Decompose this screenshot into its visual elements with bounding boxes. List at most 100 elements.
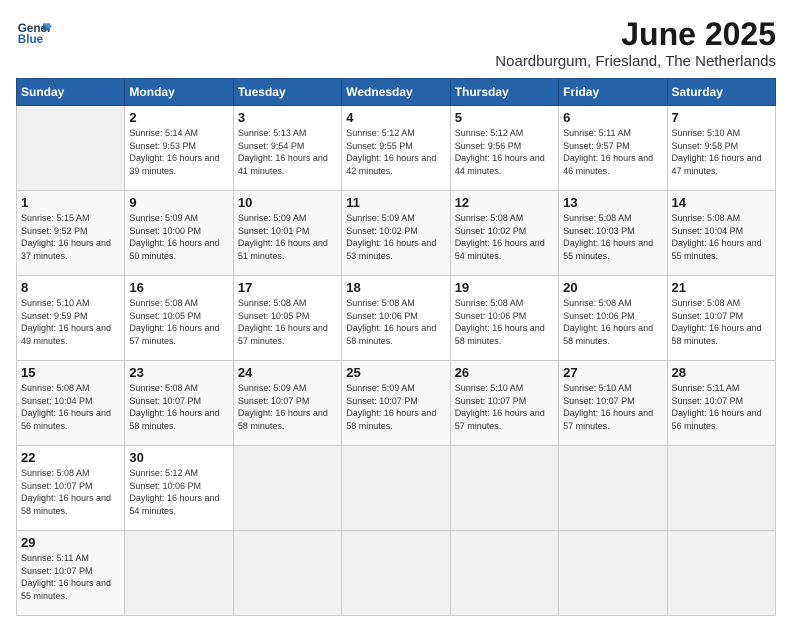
day-info: Sunrise: 5:08 AMSunset: 10:02 PMDaylight…	[455, 212, 554, 262]
day-info: Sunrise: 5:08 AMSunset: 10:04 PMDaylight…	[21, 382, 120, 432]
empty-cell	[342, 446, 450, 531]
day-info: Sunrise: 5:09 AMSunset: 10:07 PMDaylight…	[238, 382, 337, 432]
empty-cell	[559, 446, 667, 531]
header-wednesday: Wednesday	[342, 79, 450, 106]
svg-text:Blue: Blue	[18, 33, 44, 46]
day-cell-12: 12 Sunrise: 5:08 AMSunset: 10:02 PMDayli…	[450, 191, 558, 276]
day-cell-3: 3 Sunrise: 5:13 AMSunset: 9:54 PMDayligh…	[233, 106, 341, 191]
weekday-header-row: Sunday Monday Tuesday Wednesday Thursday…	[17, 79, 776, 106]
day-number: 1	[21, 195, 120, 210]
day-info: Sunrise: 5:08 AMSunset: 10:06 PMDaylight…	[346, 297, 445, 347]
day-number: 20	[563, 280, 662, 295]
day-info: Sunrise: 5:12 AMSunset: 9:56 PMDaylight:…	[455, 127, 554, 177]
day-number: 17	[238, 280, 337, 295]
day-number: 7	[672, 110, 771, 125]
day-cell-1: 1 Sunrise: 5:15 AMSunset: 9:52 PMDayligh…	[17, 191, 125, 276]
empty-cell	[342, 531, 450, 616]
day-number: 25	[346, 365, 445, 380]
empty-cell	[450, 446, 558, 531]
empty-cell	[667, 531, 775, 616]
day-number: 26	[455, 365, 554, 380]
day-number: 16	[129, 280, 228, 295]
day-cell-14: 14 Sunrise: 5:08 AMSunset: 10:04 PMDayli…	[667, 191, 775, 276]
day-number: 15	[21, 365, 120, 380]
day-info: Sunrise: 5:11 AMSunset: 10:07 PMDaylight…	[672, 382, 771, 432]
header-tuesday: Tuesday	[233, 79, 341, 106]
calendar-subtitle: Noardburgum, Friesland, The Netherlands	[495, 53, 776, 70]
day-info: Sunrise: 5:09 AMSunset: 10:07 PMDaylight…	[346, 382, 445, 432]
day-cell-13: 13 Sunrise: 5:08 AMSunset: 10:03 PMDayli…	[559, 191, 667, 276]
day-info: Sunrise: 5:09 AMSunset: 10:01 PMDaylight…	[238, 212, 337, 262]
day-cell-21: 21 Sunrise: 5:08 AMSunset: 10:07 PMDayli…	[667, 276, 775, 361]
day-number: 9	[129, 195, 228, 210]
day-cell-16: 16 Sunrise: 5:08 AMSunset: 10:05 PMDayli…	[125, 276, 233, 361]
logo-icon: General Blue	[16, 16, 52, 52]
day-cell-10: 10 Sunrise: 5:09 AMSunset: 10:01 PMDayli…	[233, 191, 341, 276]
day-cell-24: 24 Sunrise: 5:09 AMSunset: 10:07 PMDayli…	[233, 361, 341, 446]
day-info: Sunrise: 5:11 AMSunset: 9:57 PMDaylight:…	[563, 127, 662, 177]
day-info: Sunrise: 5:10 AMSunset: 10:07 PMDaylight…	[563, 382, 662, 432]
day-info: Sunrise: 5:08 AMSunset: 10:03 PMDaylight…	[563, 212, 662, 262]
header: General Blue June 2025 Noardburgum, Frie…	[16, 16, 776, 70]
week-row-1: 2 Sunrise: 5:14 AMSunset: 9:53 PMDayligh…	[17, 106, 776, 191]
empty-cell	[17, 106, 125, 191]
day-number: 29	[21, 535, 120, 550]
empty-cell	[125, 531, 233, 616]
week-row-2: 1 Sunrise: 5:15 AMSunset: 9:52 PMDayligh…	[17, 191, 776, 276]
day-cell-18: 18 Sunrise: 5:08 AMSunset: 10:06 PMDayli…	[342, 276, 450, 361]
day-number: 11	[346, 195, 445, 210]
header-friday: Friday	[559, 79, 667, 106]
day-number: 3	[238, 110, 337, 125]
day-number: 2	[129, 110, 228, 125]
day-cell-27: 27 Sunrise: 5:10 AMSunset: 10:07 PMDayli…	[559, 361, 667, 446]
day-cell-8: 8 Sunrise: 5:10 AMSunset: 9:59 PMDayligh…	[17, 276, 125, 361]
title-section: June 2025 Noardburgum, Friesland, The Ne…	[495, 16, 776, 70]
calendar-title: June 2025	[495, 16, 776, 53]
day-number: 4	[346, 110, 445, 125]
page-container: General Blue June 2025 Noardburgum, Frie…	[16, 16, 776, 616]
day-info: Sunrise: 5:12 AMSunset: 10:06 PMDaylight…	[129, 467, 228, 517]
header-sunday: Sunday	[17, 79, 125, 106]
empty-cell	[233, 531, 341, 616]
day-cell-29: 29 Sunrise: 5:11 AMSunset: 10:07 PMDayli…	[17, 531, 125, 616]
day-info: Sunrise: 5:08 AMSunset: 10:06 PMDaylight…	[563, 297, 662, 347]
header-thursday: Thursday	[450, 79, 558, 106]
day-info: Sunrise: 5:08 AMSunset: 10:05 PMDaylight…	[129, 297, 228, 347]
day-info: Sunrise: 5:10 AMSunset: 9:59 PMDaylight:…	[21, 297, 120, 347]
header-monday: Monday	[125, 79, 233, 106]
day-number: 13	[563, 195, 662, 210]
day-cell-26: 26 Sunrise: 5:10 AMSunset: 10:07 PMDayli…	[450, 361, 558, 446]
day-cell-20: 20 Sunrise: 5:08 AMSunset: 10:06 PMDayli…	[559, 276, 667, 361]
day-number: 12	[455, 195, 554, 210]
logo: General Blue	[16, 16, 52, 52]
day-info: Sunrise: 5:08 AMSunset: 10:04 PMDaylight…	[672, 212, 771, 262]
day-info: Sunrise: 5:08 AMSunset: 10:05 PMDaylight…	[238, 297, 337, 347]
week-row-5: 22 Sunrise: 5:08 AMSunset: 10:07 PMDayli…	[17, 446, 776, 531]
day-info: Sunrise: 5:15 AMSunset: 9:52 PMDaylight:…	[21, 212, 120, 262]
day-info: Sunrise: 5:14 AMSunset: 9:53 PMDaylight:…	[129, 127, 228, 177]
header-saturday: Saturday	[667, 79, 775, 106]
empty-cell	[450, 531, 558, 616]
day-info: Sunrise: 5:08 AMSunset: 10:07 PMDaylight…	[672, 297, 771, 347]
day-number: 5	[455, 110, 554, 125]
day-number: 10	[238, 195, 337, 210]
day-number: 24	[238, 365, 337, 380]
week-row-6: 29 Sunrise: 5:11 AMSunset: 10:07 PMDayli…	[17, 531, 776, 616]
week-row-4: 15 Sunrise: 5:08 AMSunset: 10:04 PMDayli…	[17, 361, 776, 446]
day-cell-4: 4 Sunrise: 5:12 AMSunset: 9:55 PMDayligh…	[342, 106, 450, 191]
day-number: 18	[346, 280, 445, 295]
day-cell-9: 9 Sunrise: 5:09 AMSunset: 10:00 PMDaylig…	[125, 191, 233, 276]
day-cell-2: 2 Sunrise: 5:14 AMSunset: 9:53 PMDayligh…	[125, 106, 233, 191]
day-info: Sunrise: 5:09 AMSunset: 10:02 PMDaylight…	[346, 212, 445, 262]
day-cell-17: 17 Sunrise: 5:08 AMSunset: 10:05 PMDayli…	[233, 276, 341, 361]
day-number: 27	[563, 365, 662, 380]
day-info: Sunrise: 5:08 AMSunset: 10:07 PMDaylight…	[21, 467, 120, 517]
day-number: 21	[672, 280, 771, 295]
calendar-table: Sunday Monday Tuesday Wednesday Thursday…	[16, 78, 776, 616]
day-cell-30: 30 Sunrise: 5:12 AMSunset: 10:06 PMDayli…	[125, 446, 233, 531]
day-number: 28	[672, 365, 771, 380]
day-number: 6	[563, 110, 662, 125]
empty-cell	[559, 531, 667, 616]
day-info: Sunrise: 5:08 AMSunset: 10:06 PMDaylight…	[455, 297, 554, 347]
day-info: Sunrise: 5:13 AMSunset: 9:54 PMDaylight:…	[238, 127, 337, 177]
